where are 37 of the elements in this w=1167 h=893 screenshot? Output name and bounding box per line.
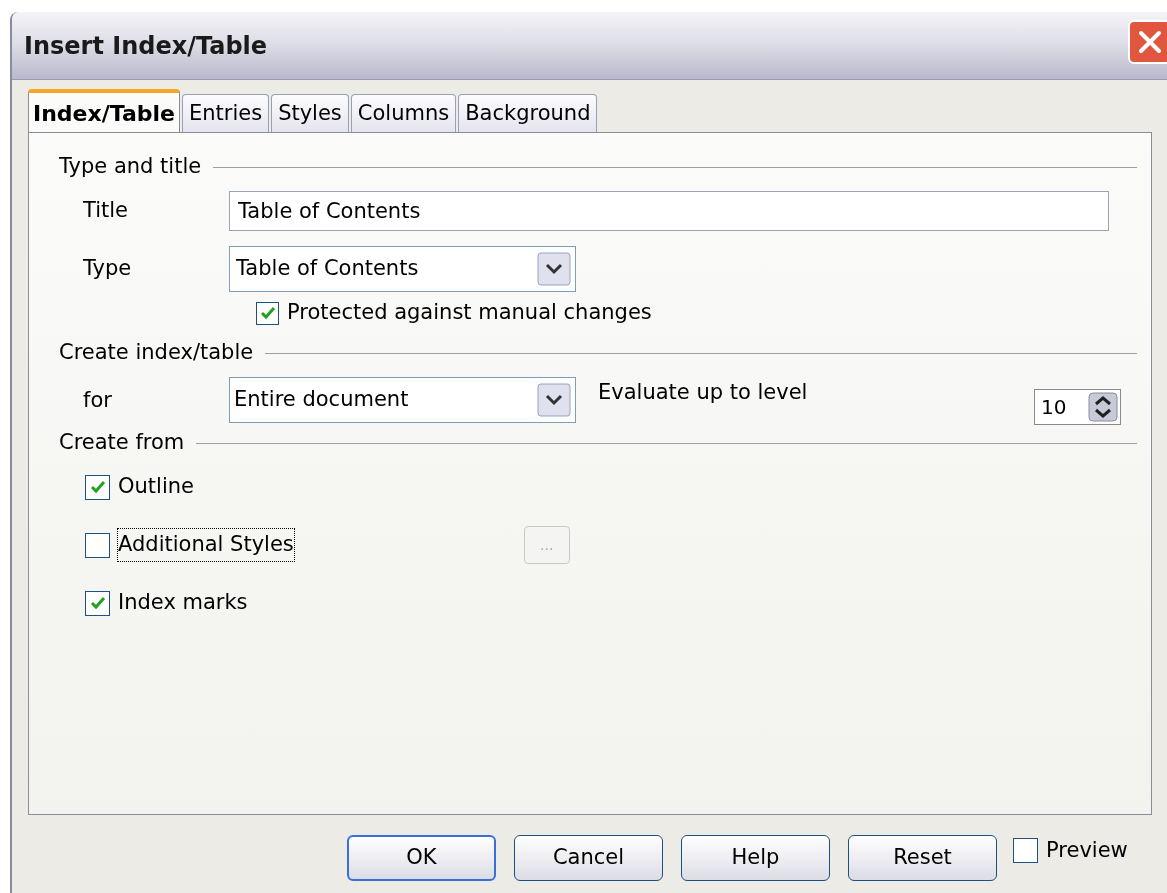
dialog-button[interactable]: Reset <box>848 835 997 881</box>
checkmark-icon <box>259 305 276 321</box>
checkbox[interactable] <box>1013 838 1038 864</box>
type-label: Type <box>82 255 133 283</box>
type-dropdown[interactable]: Table of Contents <box>229 246 576 292</box>
checkbox[interactable] <box>85 474 110 500</box>
scope-dropdown[interactable]: Entire document <box>229 377 576 423</box>
close-icon <box>1137 29 1163 55</box>
dialog-button[interactable]: OK <box>347 835 496 881</box>
level-spinbox[interactable]: 10 <box>1034 389 1121 425</box>
section-heading: Create from <box>59 429 185 457</box>
window-title: Insert Index/Table <box>24 30 268 62</box>
checkbox-label: Outline <box>118 473 194 501</box>
for-label: for <box>82 387 113 414</box>
section-heading: Create index/table <box>59 339 254 367</box>
spin-arrows-icon <box>1088 392 1118 422</box>
checkbox-label: Index marks <box>118 589 248 617</box>
dialog-button[interactable]: Help <box>681 835 830 881</box>
close-button[interactable] <box>1128 20 1167 64</box>
tab[interactable]: Styles <box>271 94 349 132</box>
level-label: Evaluate up to level <box>598 379 809 406</box>
tab[interactable]: Background <box>458 94 598 132</box>
checkbox[interactable] <box>256 301 279 325</box>
checkmark-icon <box>89 479 106 495</box>
section-heading: Type and title <box>59 153 202 181</box>
checkbox[interactable] <box>85 590 110 616</box>
checkmark-icon <box>89 595 106 611</box>
tab[interactable]: Entries <box>181 94 270 132</box>
checkbox-label: Protected against manual changes <box>287 299 652 327</box>
tab[interactable]: Columns <box>350 94 457 132</box>
title-label: Title <box>82 197 129 225</box>
checkbox-label: Additional Styles <box>118 529 294 561</box>
dialog-button[interactable]: Cancel <box>514 835 663 881</box>
title-field[interactable]: Table of Contents <box>229 191 1109 231</box>
tab[interactable]: Index/Table <box>28 89 180 133</box>
checkbox[interactable] <box>85 532 110 558</box>
checkbox-label: Preview <box>1046 837 1128 864</box>
